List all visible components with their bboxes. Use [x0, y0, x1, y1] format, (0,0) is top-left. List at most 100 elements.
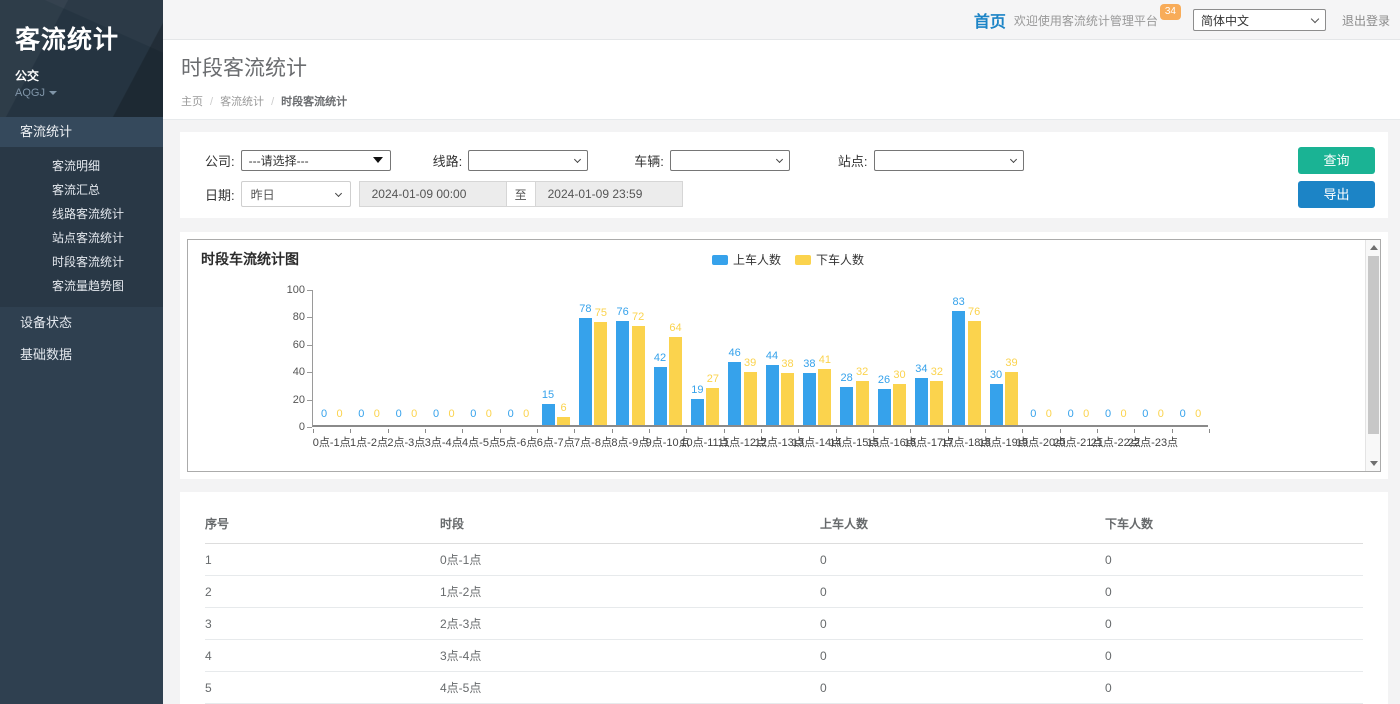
caret-down-icon: [49, 91, 57, 95]
page-heading: 时段客流统计 主页/客流统计/时段客流统计: [163, 40, 1400, 120]
breadcrumb-link[interactable]: 客流统计: [220, 96, 264, 108]
bar-alighting: [781, 373, 794, 425]
sidebar-item[interactable]: 设备状态: [0, 307, 163, 339]
bar-boarding: [654, 367, 667, 425]
x-axis-tick: [1060, 429, 1061, 433]
notification-badge[interactable]: 34: [1160, 4, 1181, 20]
app-title: 客流统计: [15, 20, 148, 56]
main-area: 首页 欢迎使用客流统计管理平台 34 简体中文 退出登录 时段客流统计 主页 / 客…: [163, 0, 1400, 704]
scrollbar-down-button[interactable]: [1366, 456, 1381, 471]
company-select[interactable]: ---请选择---: [241, 150, 391, 171]
legend-item[interactable]: 下车人数: [795, 251, 864, 268]
date-from-input[interactable]: 2024-01-09 00:00: [359, 181, 507, 207]
bar-value-label: 0: [1184, 408, 1212, 420]
y-axis-tick-label: 40: [265, 366, 305, 378]
vehicle-label: 车辆:: [634, 151, 664, 170]
sidebar-submenu-item[interactable]: 客流明细: [0, 154, 163, 178]
top-navbar: 首页 欢迎使用客流统计管理平台 34 简体中文 退出登录: [163, 0, 1400, 40]
legend-swatch-icon: [795, 255, 811, 265]
bar-alighting: [706, 388, 719, 425]
bar-boarding: [803, 373, 816, 425]
bar-boarding: [915, 378, 928, 425]
bar-value-label: 41: [811, 354, 839, 366]
table-cell: 0: [820, 608, 1105, 640]
language-select[interactable]: 简体中文: [1193, 9, 1326, 31]
y-axis-tick-label: 20: [265, 394, 305, 406]
page-title: 时段客流统计: [181, 52, 1400, 82]
table-row: 21点-2点00: [205, 576, 1363, 608]
chart-scrollbar[interactable]: [1365, 240, 1380, 471]
sidebar-submenu-item[interactable]: 线路客流统计: [0, 202, 163, 226]
y-axis-tick: [307, 372, 312, 373]
y-axis-tick-label: 100: [265, 284, 305, 296]
line-select[interactable]: [468, 150, 588, 171]
scrollbar-up-button[interactable]: [1366, 240, 1381, 255]
bar-alighting: [669, 337, 682, 425]
y-axis-tick: [307, 400, 312, 401]
filter-row-2: 日期: 昨日 2024-01-09 00:00 至 2024-01-09 23:…: [205, 181, 1278, 207]
date-preset-select[interactable]: 昨日: [241, 181, 351, 207]
bar-boarding: [990, 384, 1003, 425]
chevron-down-icon: [1009, 155, 1016, 162]
stats-table: 序号时段上车人数下车人数 10点-1点0021点-2点0032点-3点0043点…: [205, 502, 1363, 704]
sidebar-submenu-item[interactable]: 时段客流统计: [0, 250, 163, 274]
table-row: 54点-5点00: [205, 672, 1363, 704]
date-range-separator: 至: [507, 181, 535, 207]
table-row: 32点-3点00: [205, 608, 1363, 640]
export-button[interactable]: 导出: [1298, 181, 1375, 208]
x-axis-tick: [1134, 429, 1135, 433]
x-axis-tick: [649, 429, 650, 433]
breadcrumb-separator: /: [210, 96, 213, 108]
bar-value-label: 6: [550, 402, 578, 414]
table-cell: 0: [1105, 608, 1363, 640]
x-axis-tick: [425, 429, 426, 433]
table-cell: 0: [820, 544, 1105, 576]
vehicle-select[interactable]: [670, 150, 790, 171]
x-axis-tick: [1022, 429, 1023, 433]
table-cell: 1点-2点: [440, 576, 820, 608]
bar-alighting: [856, 381, 869, 425]
sidebar-section-passenger-stats[interactable]: 客流统计: [0, 117, 163, 147]
x-axis-tick: [350, 429, 351, 433]
bar-alighting: [968, 321, 981, 425]
table-cell: 0: [820, 576, 1105, 608]
bar-alighting: [632, 326, 645, 425]
station-select[interactable]: [874, 150, 1024, 171]
sidebar-logo-area: 客流统计 公交 AQGJ: [0, 0, 163, 117]
sidebar-submenu: 客流明细客流汇总线路客流统计站点客流统计时段客流统计客流量趋势图: [0, 147, 163, 307]
table-cell: 0: [820, 640, 1105, 672]
scrollbar-thumb[interactable]: [1368, 256, 1379, 434]
table-column-header: 时段: [440, 502, 820, 544]
bar-boarding: [878, 389, 891, 425]
content: 公司: ---请选择--- 线路: 车辆: 站点:: [163, 120, 1400, 704]
x-axis-tick: [761, 429, 762, 433]
date-preset-value: 昨日: [251, 186, 275, 203]
breadcrumb-link[interactable]: 主页: [181, 96, 203, 108]
chart-legend: 上车人数 下车人数: [712, 251, 878, 268]
bar-value-label: 39: [998, 357, 1026, 369]
sidebar-submenu-item[interactable]: 站点客流统计: [0, 226, 163, 250]
y-axis-tick-label: 60: [265, 339, 305, 351]
org-code-dropdown[interactable]: AQGJ: [15, 87, 148, 99]
legend-item[interactable]: 上车人数: [712, 251, 781, 268]
y-axis-tick-label: 80: [265, 311, 305, 323]
sidebar-submenu-item[interactable]: 客流量趋势图: [0, 274, 163, 298]
bar-value-label: 27: [699, 373, 727, 385]
legend-label: 下车人数: [816, 251, 864, 268]
date-label: 日期:: [205, 185, 235, 204]
table-cell: 0: [820, 672, 1105, 704]
date-to-input[interactable]: 2024-01-09 23:59: [535, 181, 683, 207]
sidebar-submenu-item[interactable]: 客流汇总: [0, 178, 163, 202]
logout-link[interactable]: 退出登录: [1342, 12, 1390, 29]
sidebar-item[interactable]: 基础数据: [0, 339, 163, 371]
x-axis-tick: [724, 429, 725, 433]
x-axis-category-label: 22点-23点: [1118, 434, 1188, 450]
table-cell: 3: [205, 608, 440, 640]
filter-panel: 公司: ---请选择--- 线路: 车辆: 站点:: [180, 132, 1388, 218]
table-cell: 3点-4点: [440, 640, 820, 672]
sidebar-items: 设备状态基础数据: [0, 307, 163, 371]
query-button[interactable]: 查询: [1298, 147, 1375, 174]
triangle-down-icon: [373, 157, 383, 163]
bar-alighting: [893, 384, 906, 425]
home-link[interactable]: 首页: [974, 8, 1006, 32]
